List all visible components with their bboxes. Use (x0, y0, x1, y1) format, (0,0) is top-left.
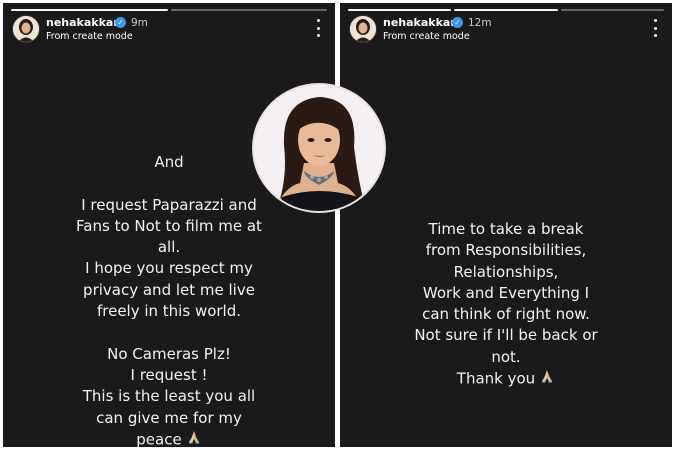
text-line: This is the least you all (82, 387, 256, 406)
profile-photo-inset (252, 83, 386, 213)
text-line: Relationships, (453, 262, 559, 281)
avatar[interactable] (12, 15, 40, 43)
post-time: 12m (468, 17, 492, 29)
text-line: No Cameras Plz! (107, 344, 231, 363)
text-line: peace (136, 430, 182, 447)
verified-badge-icon: ✓ (115, 17, 126, 28)
folded-hands-icon (186, 429, 202, 447)
text-line-with-emoji: Thank you (340, 368, 672, 390)
story-left[interactable]: nehakakkar ✓ 9m From create mode And I r… (3, 3, 335, 447)
username[interactable]: nehakakkar (46, 16, 119, 29)
story-progress (11, 9, 327, 11)
verified-badge-icon: ✓ (452, 17, 463, 28)
more-options-icon[interactable] (651, 19, 659, 37)
text-line: Not sure if I'll be back or (414, 326, 598, 345)
progress-segment (11, 9, 168, 11)
post-time: 9m (131, 17, 148, 29)
story-subtitle: From create mode (383, 31, 470, 42)
progress-segment (560, 9, 664, 11)
story-header: nehakakkar ✓ 9m From create mode (12, 15, 326, 45)
progress-segment (348, 9, 452, 11)
story-text: Time to take a break from Responsibiliti… (340, 219, 672, 390)
username[interactable]: nehakakkar (383, 16, 456, 29)
text-line: I hope you respect my (85, 259, 253, 278)
text-line: not. (491, 347, 521, 366)
text-line: Work and Everything I (422, 283, 590, 302)
story-header: nehakakkar ✓ 12m From create mode (349, 15, 663, 45)
folded-hands-icon (539, 368, 555, 390)
story-subtitle: From create mode (46, 31, 133, 42)
text-line: can give me for my (96, 408, 242, 427)
text-line: privacy and let me live (83, 280, 255, 299)
text-line: freely in this world. (96, 302, 242, 321)
text-line-with-emoji: peace (3, 429, 335, 447)
text-line: can think of right now. (422, 305, 590, 324)
progress-segment (170, 9, 327, 11)
text-line: all. (157, 238, 181, 257)
text-line: Thank you (456, 369, 536, 388)
text-line: Fans to Not to film me at (76, 216, 262, 235)
more-options-icon[interactable] (314, 19, 322, 37)
text-line: I request ! (130, 365, 208, 384)
text-line: from Responsibilities, (425, 241, 587, 260)
text-line: Time to take a break (428, 220, 584, 238)
avatar[interactable] (349, 15, 377, 43)
progress-segment (454, 9, 558, 11)
story-progress (348, 9, 664, 11)
story-right[interactable]: nehakakkar ✓ 12m From create mode Time t… (340, 3, 672, 447)
